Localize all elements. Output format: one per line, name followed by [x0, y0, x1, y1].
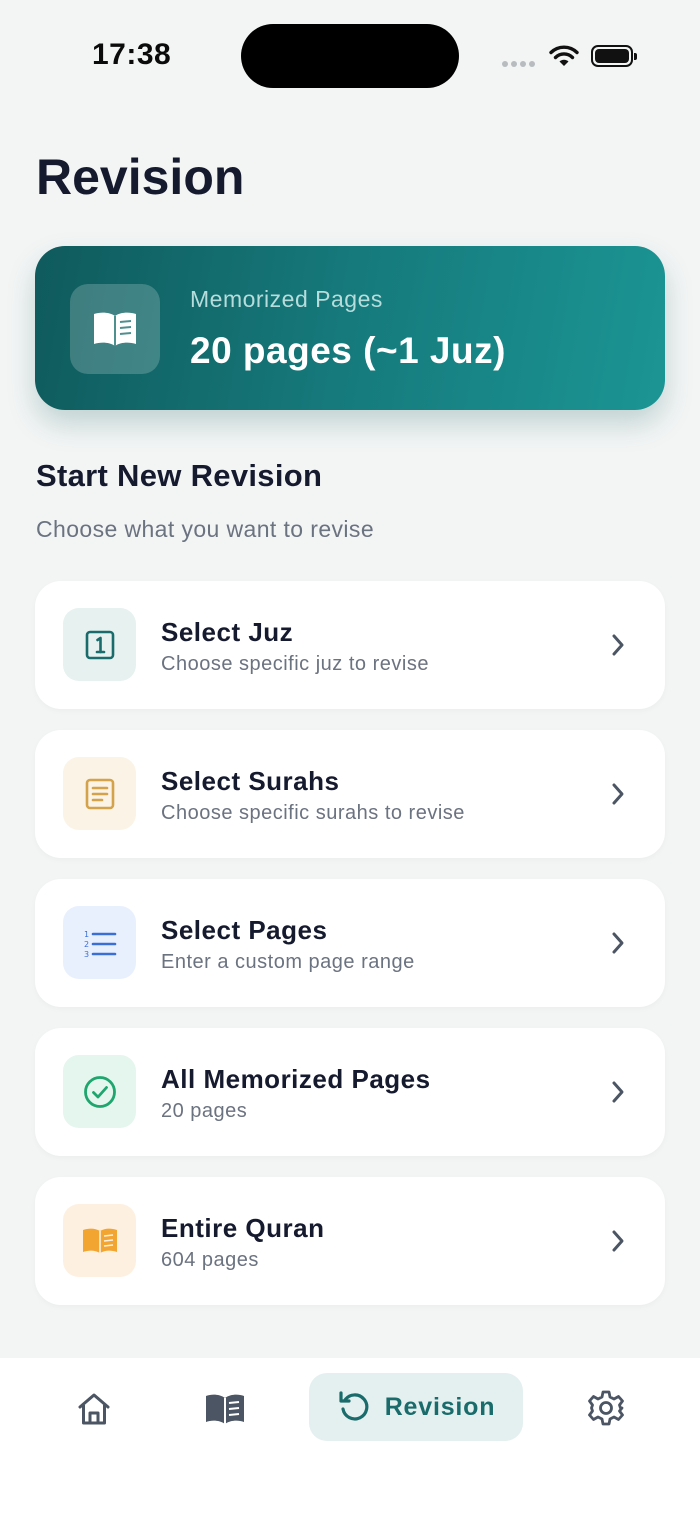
- tab-revision[interactable]: Revision: [309, 1373, 523, 1441]
- check-circle-icon: [63, 1055, 136, 1128]
- memorized-pages-card: Memorized Pages 20 pages (~1 Juz): [35, 246, 665, 410]
- option-subtitle: Choose specific juz to revise: [161, 653, 429, 675]
- dynamic-island: [241, 24, 459, 88]
- chevron-right-icon: [612, 634, 624, 656]
- gear-icon: [588, 1390, 624, 1426]
- option-subtitle: Choose specific surahs to revise: [161, 802, 465, 824]
- option-title: Entire Quran: [161, 1213, 325, 1243]
- chevron-right-icon: [612, 783, 624, 805]
- cellular-signal-icon: [502, 61, 535, 67]
- section-subtitle: Choose what you want to revise: [36, 516, 375, 542]
- tab-home[interactable]: [73, 1388, 115, 1430]
- select-juz-option[interactable]: Select Juz Choose specific juz to revise: [35, 581, 665, 709]
- select-surahs-option[interactable]: Select Surahs Choose specific surahs to …: [35, 730, 665, 858]
- battery-icon: [591, 45, 637, 67]
- status-time: 17:38: [92, 38, 172, 71]
- entire-quran-option[interactable]: Entire Quran 604 pages: [35, 1177, 665, 1305]
- chevron-right-icon: [612, 1230, 624, 1252]
- page-title: Revision: [36, 149, 245, 205]
- refresh-icon: [339, 1391, 369, 1421]
- option-subtitle: 20 pages: [161, 1100, 248, 1122]
- option-title: All Memorized Pages: [161, 1064, 431, 1094]
- home-icon: [78, 1393, 110, 1425]
- svg-text:2: 2: [84, 940, 89, 949]
- option-title: Select Pages: [161, 915, 328, 945]
- open-book-icon: [70, 284, 160, 374]
- option-subtitle: 604 pages: [161, 1249, 259, 1271]
- open-book-icon: [63, 1204, 136, 1277]
- wifi-icon: [549, 45, 579, 66]
- all-memorized-pages-option[interactable]: All Memorized Pages 20 pages: [35, 1028, 665, 1156]
- svg-text:1: 1: [84, 930, 89, 939]
- tab-revision-label: Revision: [384, 1392, 496, 1421]
- document-icon: [63, 757, 136, 830]
- option-subtitle: Enter a custom page range: [161, 951, 415, 973]
- option-title: Select Surahs: [161, 766, 340, 796]
- status-bar: 17:38: [0, 0, 700, 110]
- tab-bar: Revision: [0, 1358, 700, 1515]
- option-title: Select Juz: [161, 617, 294, 647]
- book-icon: [206, 1394, 244, 1424]
- select-pages-option[interactable]: 1 2 3 Select Pages Enter a custom page r…: [35, 879, 665, 1007]
- memorized-pages-label: Memorized Pages: [190, 286, 383, 312]
- tab-read[interactable]: [203, 1388, 247, 1430]
- section-title: Start New Revision: [36, 458, 323, 493]
- memorized-pages-value: 20 pages (~1 Juz): [190, 330, 506, 371]
- chevron-right-icon: [612, 932, 624, 954]
- juz-number-icon: [63, 608, 136, 681]
- tab-settings[interactable]: [585, 1387, 627, 1429]
- numbered-list-icon: 1 2 3: [63, 906, 136, 979]
- chevron-right-icon: [612, 1081, 624, 1103]
- svg-text:3: 3: [84, 950, 89, 958]
